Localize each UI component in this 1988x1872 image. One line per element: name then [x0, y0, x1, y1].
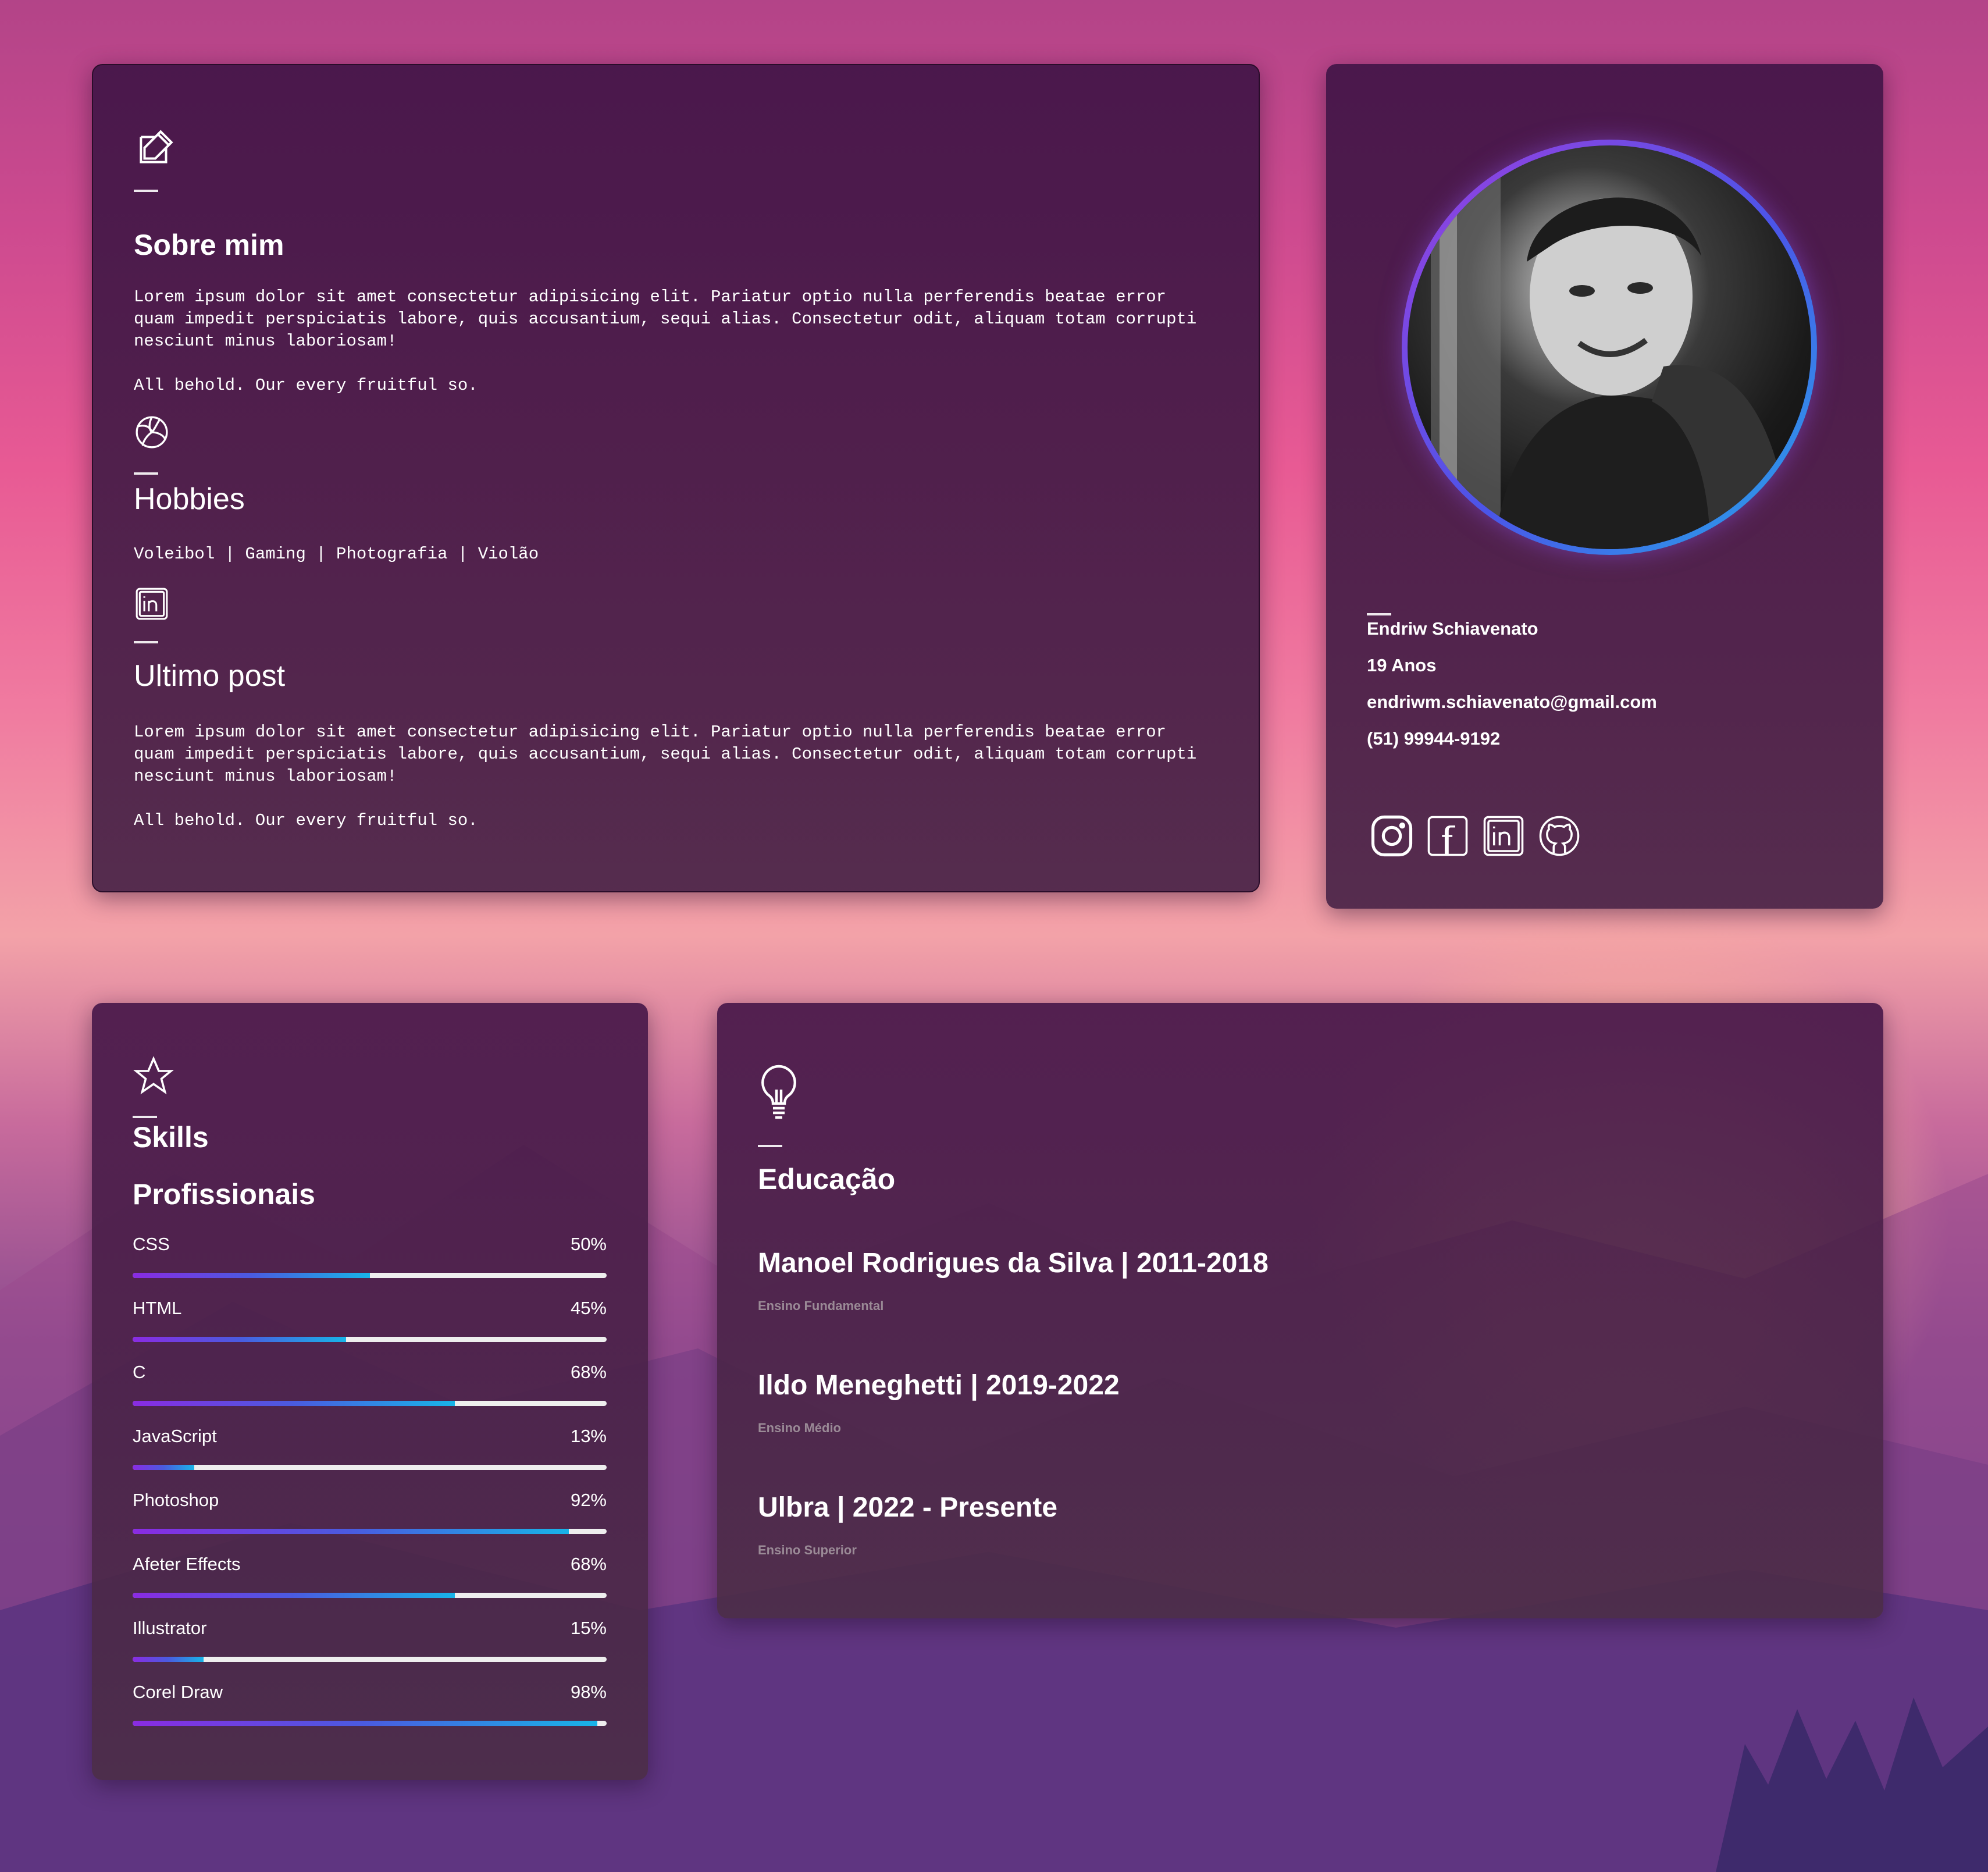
skill-progress-fill — [133, 1337, 346, 1342]
instagram-icon[interactable] — [1369, 813, 1415, 862]
divider — [134, 472, 158, 475]
volleyball-icon — [134, 414, 170, 450]
education-card: Educação Manoel Rodrigues da Silva | 201… — [717, 1003, 1883, 1618]
profile-name: Endriw Schiavenato — [1367, 618, 1538, 639]
skill-name: Corel Draw — [133, 1682, 223, 1702]
profile-email: endriwm.schiavenato@gmail.com — [1367, 692, 1657, 712]
divider — [1367, 613, 1391, 615]
about-paragraph-2: All behold. Our every fruitful so. — [134, 376, 478, 395]
skill-progress-bar — [133, 1273, 607, 1278]
divider — [133, 1116, 157, 1118]
divider — [134, 190, 158, 192]
linkedin-icon — [134, 586, 170, 622]
profile-age: 19 Anos — [1367, 655, 1437, 675]
skills-title-line-2: Profissionais — [133, 1178, 315, 1211]
education-school: Ildo Meneghetti | 2019-2022 — [758, 1370, 1120, 1401]
education-level: Ensino Médio — [758, 1421, 841, 1435]
skill-name: JavaScript — [133, 1426, 217, 1446]
hobbies-list: Voleibol | Gaming | Photografia | Violão — [134, 544, 539, 564]
facebook-icon[interactable] — [1425, 813, 1470, 862]
skill-progress-fill — [133, 1657, 204, 1662]
skill-progress-fill — [133, 1721, 597, 1726]
education-level: Ensino Fundamental — [758, 1298, 884, 1313]
skill-progress-bar — [133, 1721, 607, 1726]
skills-card: Skills Profissionais CSS 50% HTML 45% C 68% Ja… — [92, 1003, 648, 1780]
skill-percent: 68% — [570, 1554, 607, 1574]
social-links — [1369, 813, 1582, 862]
skill-name: Illustrator — [133, 1618, 207, 1638]
skill-percent: 92% — [570, 1490, 607, 1510]
hobbies-title: Hobbies — [134, 482, 245, 516]
skill-percent: 13% — [570, 1426, 607, 1446]
skill-name: CSS — [133, 1234, 170, 1254]
edit-icon — [134, 126, 177, 169]
skill-percent: 15% — [570, 1618, 607, 1638]
skill-progress-fill — [133, 1401, 455, 1406]
divider — [758, 1145, 782, 1147]
skill-name: C — [133, 1362, 146, 1382]
skill-progress-bar — [133, 1593, 607, 1598]
skill-name: Photoshop — [133, 1490, 219, 1510]
skills-title-line-1: Skills — [133, 1121, 209, 1154]
education-title: Educação — [758, 1163, 896, 1195]
skill-progress-bar — [133, 1657, 607, 1662]
education-school: Ulbra | 2022 - Presente — [758, 1492, 1058, 1523]
skill-progress-bar — [133, 1337, 607, 1342]
skill-percent: 50% — [570, 1234, 607, 1254]
skill-progress-bar — [133, 1529, 607, 1534]
about-card: Sobre mim Lorem ipsum dolor sit amet con… — [92, 64, 1260, 892]
github-icon[interactable] — [1537, 813, 1582, 862]
profile-phone: (51) 99944-9192 — [1367, 728, 1501, 749]
skill-percent: 45% — [570, 1298, 607, 1318]
skill-name: HTML — [133, 1298, 182, 1318]
divider — [134, 641, 158, 643]
skill-progress-fill — [133, 1465, 194, 1470]
profile-card: Endriw Schiavenato 19 Anos endriwm.schia… — [1326, 64, 1883, 909]
lightbulb-icon — [758, 1064, 800, 1120]
last-post-paragraph-1: Lorem ipsum dolor sit amet consectetur a… — [134, 723, 1197, 786]
skill-progress-fill — [133, 1593, 455, 1598]
skill-progress-bar — [133, 1401, 607, 1406]
education-school: Manoel Rodrigues da Silva | 2011-2018 — [758, 1248, 1269, 1279]
skill-name: Afeter Effects — [133, 1554, 241, 1574]
skill-percent: 98% — [570, 1682, 607, 1702]
last-post-paragraph-2: All behold. Our every fruitful so. — [134, 811, 478, 830]
avatar — [1402, 140, 1817, 555]
education-level: Ensino Superior — [758, 1543, 857, 1557]
about-paragraph-1: Lorem ipsum dolor sit amet consectetur a… — [134, 287, 1197, 351]
last-post-title: Ultimo post — [134, 659, 286, 693]
star-icon — [133, 1055, 174, 1097]
skill-progress-bar — [133, 1465, 607, 1470]
skill-progress-fill — [133, 1273, 370, 1278]
linkedin-icon[interactable] — [1481, 813, 1526, 862]
skill-progress-fill — [133, 1529, 569, 1534]
skill-percent: 68% — [570, 1362, 607, 1382]
about-title: Sobre mim — [134, 229, 284, 261]
